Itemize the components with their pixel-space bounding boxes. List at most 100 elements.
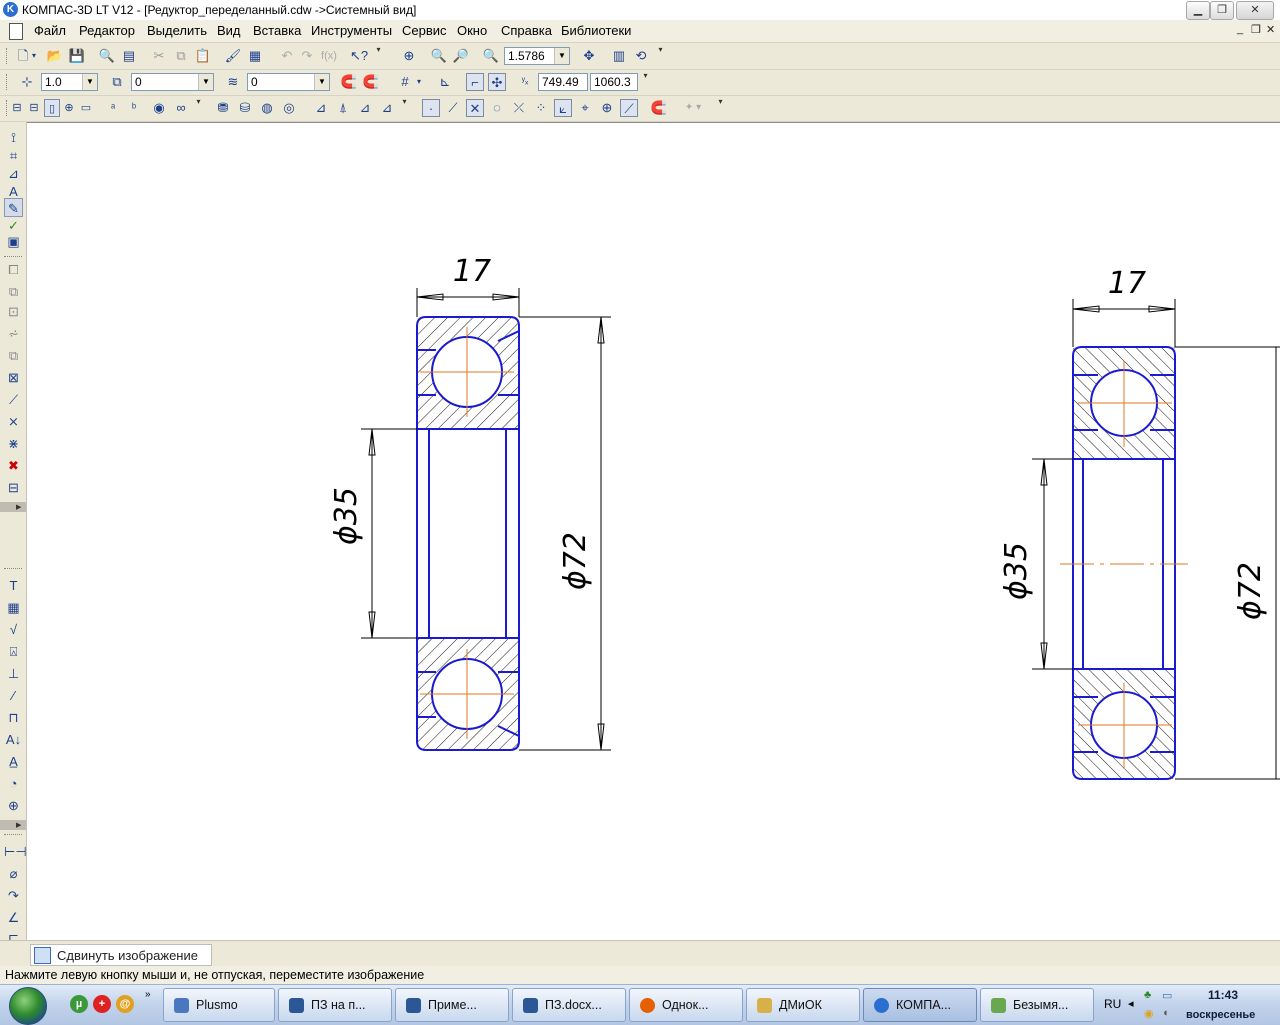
menu-help[interactable]: Справка xyxy=(501,23,552,38)
drawing-canvas[interactable]: 17 ϕ35 ϕ72 17 ϕ35 ϕ72 xyxy=(27,122,1280,941)
rotate-icon[interactable]: ⧉ xyxy=(4,282,23,301)
align-icon[interactable]: ⊿ xyxy=(312,99,330,117)
language-indicator[interactable]: RU xyxy=(1104,997,1121,1011)
toolbar-overflow-icon[interactable]: ▾ xyxy=(400,97,409,119)
utorrent-icon[interactable]: µ xyxy=(70,995,88,1013)
taskbar-button[interactable]: ПЗ.docx... xyxy=(512,988,626,1022)
tree-icon[interactable]: ⍋ xyxy=(334,99,352,117)
step-field[interactable]: 1.0 ▼ xyxy=(41,73,98,91)
snap-center-icon[interactable]: ⊕ xyxy=(598,99,616,117)
mdi-restore-icon[interactable]: ❐ xyxy=(1251,23,1261,36)
format-brush-icon[interactable]: 🖌 xyxy=(224,47,242,65)
disc-icon[interactable]: ◍ xyxy=(258,99,276,117)
edit-tool-icon[interactable]: ✎ xyxy=(4,198,23,217)
arc-length-icon[interactable]: ↷ xyxy=(4,886,23,905)
cut-icon[interactable]: ✂ xyxy=(150,47,168,65)
taskbar-button[interactable]: Безымя... xyxy=(980,988,1094,1022)
mdi-minimize-icon[interactable]: _ xyxy=(1237,23,1243,35)
menu-select[interactable]: Выделить xyxy=(147,23,207,38)
bearing-right[interactable] xyxy=(1032,299,1280,780)
minus-box-icon[interactable]: ▭ xyxy=(79,99,93,117)
split-icon[interactable]: ⨯ xyxy=(4,412,23,431)
snap-nearest-icon[interactable]: · xyxy=(422,99,440,117)
hatch-icon[interactable]: ⛁ xyxy=(236,99,254,117)
toolbar-overflow-icon[interactable]: ▾ xyxy=(194,97,203,119)
toolbar-grip[interactable] xyxy=(6,74,10,90)
angle-icon[interactable]: ∠ xyxy=(4,908,23,927)
step-dropdown-icon[interactable]: ▼ xyxy=(82,74,97,90)
refresh-icon[interactable]: ⟲ xyxy=(632,47,650,65)
menu-view[interactable]: Вид xyxy=(217,23,241,38)
clear-area-icon[interactable]: ⊟ xyxy=(4,478,23,497)
tray-expand-icon[interactable]: ◂ xyxy=(1128,997,1134,1010)
measure-icon[interactable]: ⊿ xyxy=(356,99,374,117)
link-icon[interactable]: ᵇ xyxy=(127,99,141,117)
zoom-in-icon[interactable]: 🔍 xyxy=(430,47,448,65)
style-field[interactable]: 0 ▼ xyxy=(247,73,330,91)
restore-button[interactable]: ❐ xyxy=(1210,1,1234,20)
taskbar-button[interactable]: Plusmo xyxy=(163,988,275,1022)
magnet-snap-icon[interactable]: 🧲 xyxy=(340,73,358,91)
table-measure-icon[interactable]: ⊿ xyxy=(378,99,396,117)
view-manager-icon[interactable]: ⊟ xyxy=(10,99,24,117)
move-icon[interactable]: ⧠ xyxy=(4,260,23,279)
magnet-icon[interactable]: 🧲 xyxy=(650,99,668,117)
trim-icon[interactable]: ⟋ xyxy=(4,390,23,409)
snap-angle-icon[interactable]: ⟀ xyxy=(554,99,572,117)
table-icon[interactable]: ▦ xyxy=(4,598,23,617)
coord-x-field[interactable]: 749.49 xyxy=(538,73,588,91)
redo-icon[interactable]: ↷ xyxy=(298,47,316,65)
taskbar-button[interactable]: Приме... xyxy=(395,988,509,1022)
toolbar-overflow-icon[interactable]: ▾ xyxy=(374,45,383,67)
grid-dropdown-icon[interactable]: ▾ xyxy=(414,73,424,91)
distance-icon[interactable]: ⊢⊣ xyxy=(4,842,27,861)
menu-tools[interactable]: Инструменты xyxy=(311,23,392,38)
copy-icon[interactable]: ⧉ xyxy=(172,47,190,65)
snap-line-icon[interactable]: ⟋ xyxy=(444,99,462,117)
cut-line-icon[interactable]: A̲ xyxy=(4,752,23,771)
menu-service[interactable]: Сервис xyxy=(402,23,447,38)
paste-icon[interactable]: 📋 xyxy=(194,47,212,65)
delete-icon[interactable]: ✖ xyxy=(4,456,23,475)
ortho-icon[interactable]: ⌐ xyxy=(466,73,484,91)
open-folder-icon[interactable]: 📂 xyxy=(46,47,64,65)
kompas-app-icon[interactable]: K xyxy=(3,2,18,17)
menu-insert[interactable]: Вставка xyxy=(253,23,301,38)
coord-y-field[interactable]: 1060.3 xyxy=(590,73,638,91)
snap-alignment-icon[interactable]: ⟋ xyxy=(620,99,638,117)
step-icon[interactable]: ⊹ xyxy=(18,73,36,91)
view-pressed-icon[interactable]: ▯ xyxy=(44,99,60,117)
help-pointer-icon[interactable]: ↖? xyxy=(350,47,368,65)
zoom-out-icon[interactable]: 🔎 xyxy=(452,47,470,65)
close-button[interactable]: ✕ xyxy=(1236,1,1274,20)
menu-libraries[interactable]: Библиотеки xyxy=(561,23,631,38)
toolbar-overflow-icon[interactable]: ▾ xyxy=(641,71,650,93)
mail-icon[interactable]: @ xyxy=(116,995,134,1013)
menu-window[interactable]: Окно xyxy=(457,23,487,38)
measure-tool-icon[interactable]: ▣ xyxy=(4,232,23,251)
bearing-left[interactable] xyxy=(361,288,611,751)
menu-file[interactable]: Файл xyxy=(34,23,66,38)
toolbar-overflow-icon[interactable]: ▾ xyxy=(656,45,665,67)
attr-icon[interactable]: ᵃ xyxy=(106,99,120,117)
zoom-window-icon[interactable]: ⊕ xyxy=(400,47,418,65)
dimension-icon[interactable]: ⊿ xyxy=(4,164,23,183)
snap-grid-icon[interactable]: ⁘ xyxy=(532,99,550,117)
document-icon[interactable] xyxy=(9,23,23,40)
tray-app-icon[interactable]: ◉ xyxy=(1144,1007,1154,1020)
show-all-icon[interactable]: ▥ xyxy=(610,47,628,65)
view-icon[interactable]: ◔ xyxy=(4,774,23,793)
taskbar-button-active[interactable]: КОМПА... xyxy=(863,988,977,1022)
arrow-view-icon[interactable]: A↓ xyxy=(4,730,23,749)
leader-icon[interactable]: ⍓ xyxy=(4,642,23,661)
menu-editor[interactable]: Редактор xyxy=(79,23,135,38)
quicklaunch-more-icon[interactable]: » xyxy=(145,989,151,1000)
toolbar-grip[interactable] xyxy=(6,48,10,64)
taskbar-button[interactable]: ДМиОК xyxy=(746,988,860,1022)
function-icon[interactable]: f(x) xyxy=(320,47,338,65)
layer-dropdown-icon[interactable]: ▼ xyxy=(198,74,213,90)
zoom-dropdown-icon[interactable]: ▼ xyxy=(554,48,569,64)
print-icon[interactable]: ▤ xyxy=(120,47,138,65)
properties-icon[interactable]: ▦ xyxy=(246,47,264,65)
snap-normal-icon[interactable]: ⤫ xyxy=(510,99,528,117)
